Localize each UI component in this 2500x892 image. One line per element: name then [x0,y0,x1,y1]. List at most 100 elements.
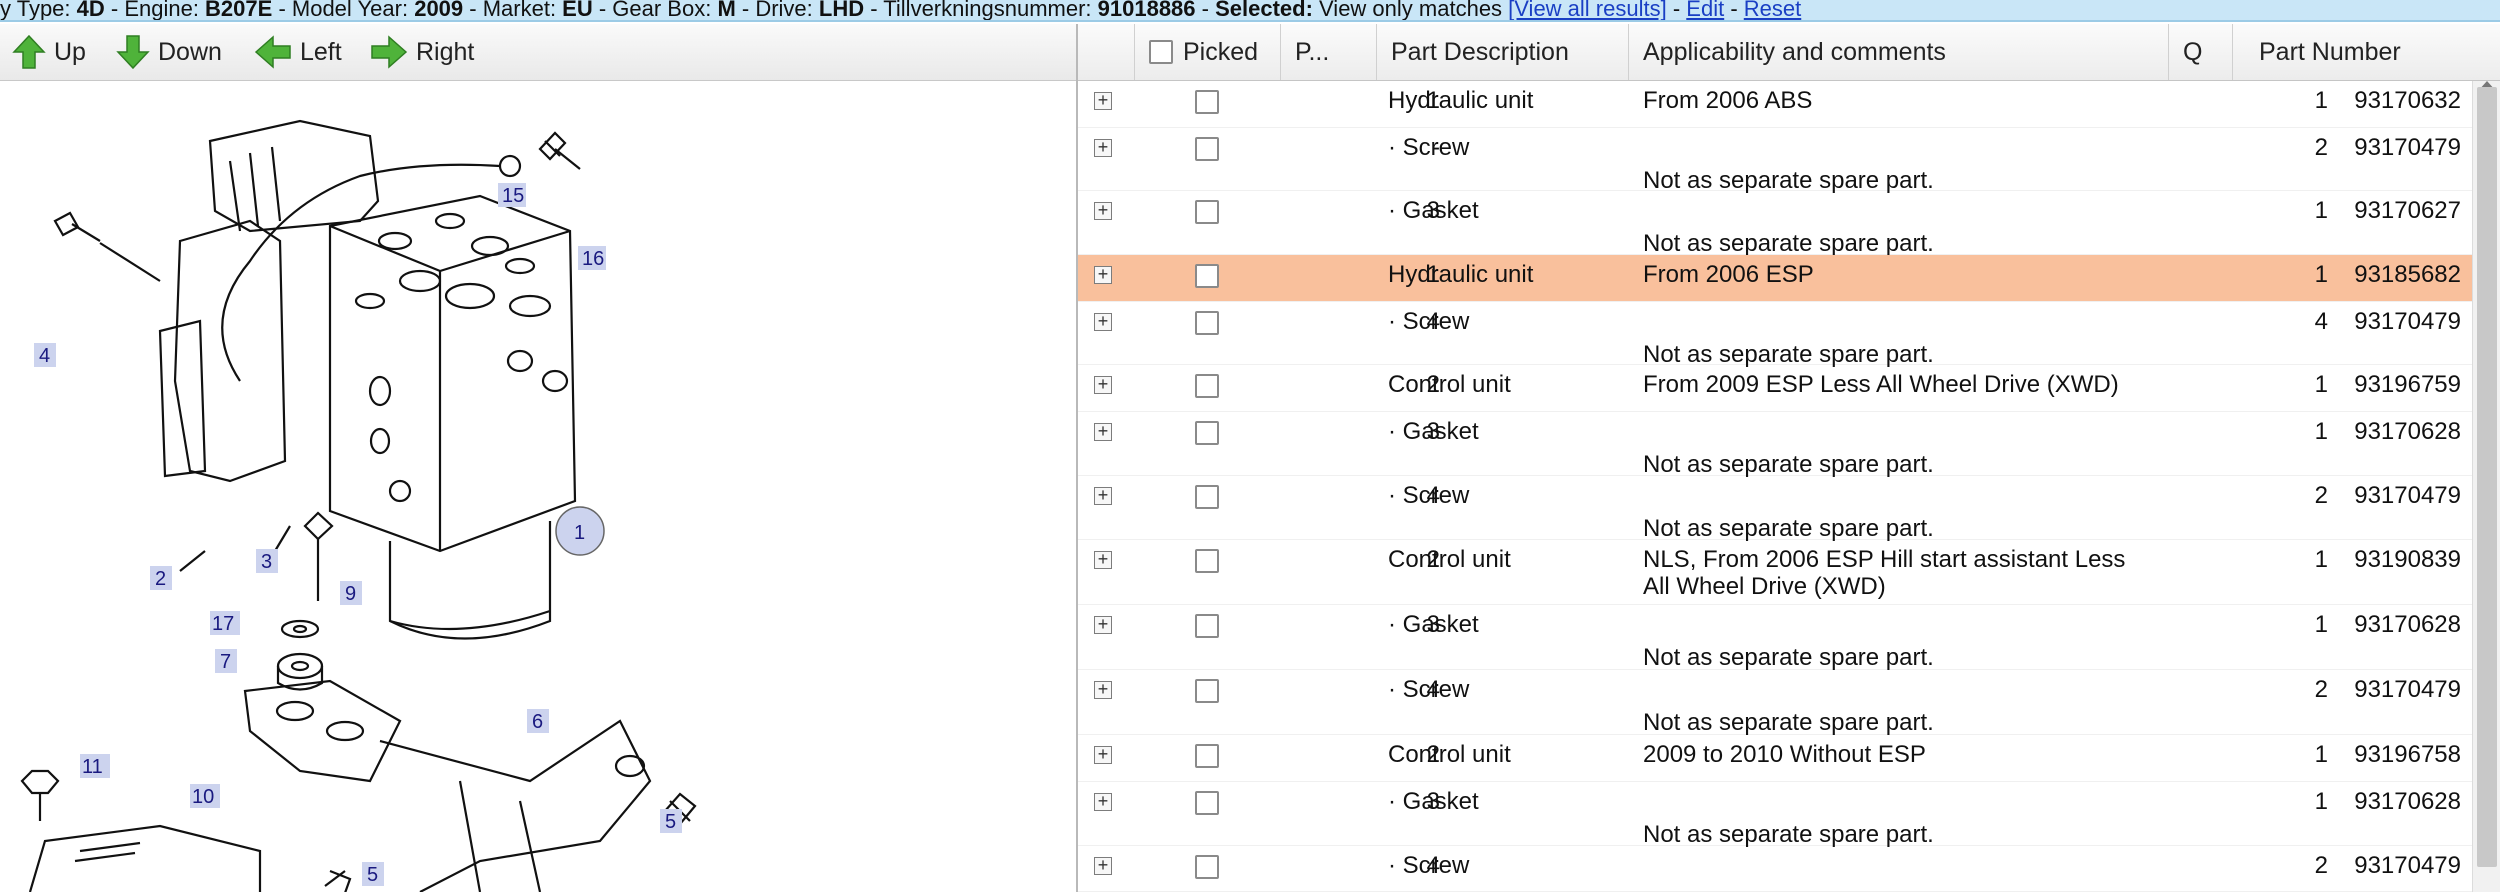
row-note: Not as separate spare part. [1643,709,1934,736]
row-part-number: 93170479 [2354,852,2461,879]
row-part-number: 93170632 [2354,87,2461,114]
view-all-results-link[interactable]: [View all results] [1508,0,1667,20]
expand-column-header [1078,24,1134,80]
callout-10[interactable]: 10 [192,786,214,808]
info-label: - Tillverkningsnummer: [864,0,1098,21]
select-all-checkbox[interactable] [1149,40,1173,64]
info-value: 4D [76,0,105,21]
arrow-up-icon [12,34,46,69]
callout-17[interactable]: 17 [212,613,234,635]
table-row[interactable]: + 4 · Screw 2 93170479 [1078,846,2472,892]
description-header-label: Part Description [1391,37,1569,66]
info-label: View only matches [1312,0,1509,21]
row-part-number: 93190839 [2354,546,2461,573]
callout-9[interactable]: 9 [345,583,356,605]
applicability-header-label: Applicability and comments [1643,37,1946,66]
table-scrollbar[interactable] [2472,81,2500,892]
diagram-nav-toolbar: Up Down Left Right [0,24,1076,81]
abs-unit-drawing: 15 16 4 2 3 9 1 17 7 11 10 6 5 5 [20,119,697,892]
info-value: 2009 [414,0,464,21]
position-column-header[interactable]: P... [1280,24,1376,80]
info-value: M [717,0,736,21]
info-label: - Market: [463,0,563,21]
down-button[interactable]: Down [116,24,222,80]
part-number-column-header[interactable]: Part Number [2232,24,2500,80]
row-part-number: 93170628 [2354,418,2461,445]
quantity-column-header[interactable]: Q [2168,24,2232,80]
table-row[interactable]: + 2 Control unit 2009 to 2010 Without ES… [1078,735,2472,782]
info-label: - [1195,0,1216,21]
table-row[interactable]: + 2 Control unit NLS, From 2006 ESP Hill… [1078,540,2472,605]
right-button[interactable]: Right [370,24,474,80]
callout-2[interactable]: 2 [155,568,166,590]
table-header: Picked P... Part Description Applicabili… [1078,24,2500,81]
right-label: Right [416,37,475,66]
row-part-number: 93170628 [2354,788,2461,815]
arrow-right-icon [371,35,408,69]
table-row[interactable]: + 4 · Screw Not as separate spare part. … [1078,302,2472,368]
info-label: - Model Year: [272,0,415,21]
part-number-header-label: Part Number [2259,37,2401,66]
down-label: Down [158,37,222,66]
parts-table-pane: Picked P... Part Description Applicabili… [1078,24,2500,892]
info-value: Selected: [1215,0,1313,21]
table-row[interactable]: + 4 · Screw Not as separate spare part. … [1078,476,2472,542]
edit-link[interactable]: Edit [1686,0,1724,20]
table-row[interactable]: + 3 · Gasket Not as separate spare part.… [1078,191,2472,257]
scroll-thumb[interactable] [2477,87,2497,867]
table-row[interactable]: + - · Screw Not as separate spare part. … [1078,128,2472,194]
callout-16[interactable]: 16 [582,248,604,270]
callout-7[interactable]: 7 [220,651,231,673]
diagram-pane: Up Down Left Right 15 16 4 2 3 9 1 17 7 … [0,24,1078,892]
info-label: - Engine: [104,0,206,21]
table-row[interactable]: + 1 Hydraulic unit From 2006 ABS 1 93170… [1078,81,2472,128]
applicability-column-header[interactable]: Applicability and comments [1628,24,2168,80]
table-row[interactable]: + 3 · Gasket Not as separate spare part.… [1078,412,2472,478]
row-part-number: 93170628 [2354,611,2461,638]
description-column-header[interactable]: Part Description [1376,24,1628,80]
row-part-number: 93170479 [2354,482,2461,509]
info-value: LHD [818,0,865,21]
callout-6[interactable]: 6 [532,711,543,733]
info-value: 91018886 [1097,0,1196,21]
callout-5-lower[interactable]: 5 [367,864,378,886]
callout-5[interactable]: 5 [665,811,676,833]
callout-3[interactable]: 3 [261,551,272,573]
row-part-number: 93170627 [2354,197,2461,224]
row-part-number: 93196759 [2354,371,2461,398]
row-part-number: 93196758 [2354,741,2461,768]
info-label: y Type: [0,0,77,21]
table-row[interactable]: + 3 · Gasket Not as separate spare part.… [1078,605,2472,671]
position-header-label: P... [1295,37,1330,66]
table-row[interactable]: + 2 Control unit From 2009 ESP Less All … [1078,365,2472,412]
left-label: Left [300,37,342,66]
separator: - [1666,0,1687,21]
left-button[interactable]: Left [254,24,342,80]
callout-15[interactable]: 15 [502,185,524,207]
callout-1[interactable]: 1 [574,522,585,544]
table-row[interactable]: + 3 · Gasket Not as separate spare part.… [1078,782,2472,848]
up-label: Up [54,37,86,66]
arrow-down-icon [116,35,150,70]
info-value: B207E [205,0,273,21]
callout-4[interactable]: 4 [39,345,50,367]
row-part-number: 93170479 [2354,308,2461,335]
row-part-number: 93185682 [2354,261,2461,288]
row-part-number: 93170479 [2354,676,2461,703]
separator: - [1724,0,1744,21]
info-label: - Drive: [735,0,819,21]
arrow-left-icon [254,35,291,69]
picked-header-label: Picked [1183,37,1259,66]
info-label: - Gear Box: [592,0,718,21]
table-row-selected[interactable]: + 1 Hydraulic unit From 2006 ESP 1 93185… [1078,255,2472,302]
callout-11[interactable]: 11 [82,756,103,778]
row-applicability-cont: All Wheel Drive (XWD) [1643,573,1886,600]
parts-diagram[interactable]: 15 16 4 2 3 9 1 17 7 11 10 6 5 5 [0,81,1076,892]
reset-link[interactable]: Reset [1744,0,1801,20]
info-value: EU [562,0,593,21]
vehicle-info-bar: y Type: 4D - Engine: B207E - Model Year:… [0,0,2500,22]
picked-column-header[interactable]: Picked [1134,24,1280,80]
row-note: Not as separate spare part. [1643,644,1934,671]
table-row[interactable]: + 4 · Screw Not as separate spare part. … [1078,670,2472,736]
up-button[interactable]: Up [12,24,86,80]
